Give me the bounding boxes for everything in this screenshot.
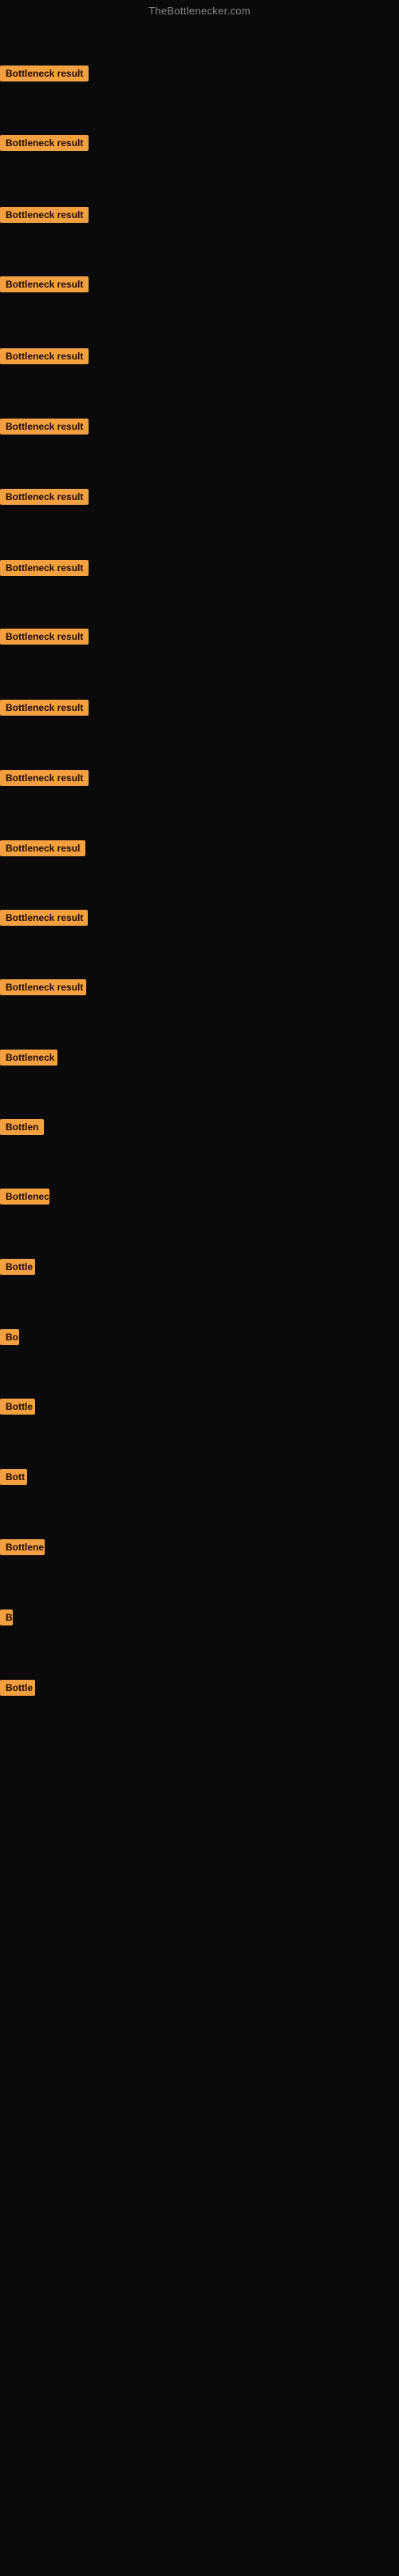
bottleneck-badge[interactable]: Bottleneck result: [0, 979, 86, 995]
bottleneck-badge-row: Bottleneck result: [0, 629, 89, 649]
bottleneck-badge-row: Bottleneck result: [0, 770, 89, 790]
bottleneck-badge-row: Bottle: [0, 1259, 35, 1279]
bottleneck-badge[interactable]: Bottleneck result: [0, 348, 89, 364]
bottleneck-badge[interactable]: Bottleneck result: [0, 489, 89, 505]
bottleneck-badge[interactable]: Bo: [0, 1329, 19, 1345]
bottleneck-badge[interactable]: Bottleneck result: [0, 910, 88, 926]
bottleneck-badge-row: Bottleneck result: [0, 910, 88, 930]
site-title: TheBottlenecker.com: [0, 0, 399, 20]
bottleneck-badge[interactable]: Bottleneck result: [0, 560, 89, 576]
bottleneck-badge[interactable]: Bottle: [0, 1399, 35, 1415]
bottleneck-badge[interactable]: Bottleneck result: [0, 276, 89, 292]
bottleneck-badge[interactable]: Bottleneck result: [0, 700, 89, 716]
bottleneck-badge[interactable]: Bottleneck result: [0, 629, 89, 645]
bottleneck-badge-row: Bottleneck r: [0, 1050, 57, 1070]
bottleneck-badge[interactable]: B: [0, 1610, 13, 1625]
bottleneck-badge[interactable]: Bottleneck result: [0, 207, 89, 223]
bottleneck-badge-row: Bottleneck result: [0, 560, 89, 580]
bottleneck-badge[interactable]: Bottleneck resul: [0, 840, 85, 856]
bottleneck-badge-row: Bottleneck result: [0, 979, 86, 999]
bottleneck-badge[interactable]: Bott: [0, 1469, 27, 1485]
bottleneck-badge-row: Bottleneck result: [0, 276, 89, 296]
bottleneck-badge-row: Bottleneck result: [0, 489, 89, 509]
bottleneck-badge-row: Bottlene: [0, 1539, 45, 1559]
bottleneck-badge-row: Bottleneck result: [0, 348, 89, 368]
bottleneck-badge-row: Bottleneck result: [0, 419, 89, 439]
bottleneck-badge[interactable]: Bottleneck result: [0, 135, 89, 151]
bottleneck-badge[interactable]: Bottleneck r: [0, 1050, 57, 1066]
bottleneck-badge[interactable]: Bottleneck: [0, 1189, 49, 1205]
bottleneck-badge[interactable]: Bottleneck result: [0, 419, 89, 435]
bottleneck-badge-row: Bottleneck resul: [0, 840, 85, 860]
bottleneck-badge-row: Bott: [0, 1469, 27, 1489]
bottleneck-badge-row: Bottleneck: [0, 1189, 49, 1209]
bottleneck-badge[interactable]: Bottleneck result: [0, 770, 89, 786]
bottleneck-badge-row: Bottlen: [0, 1119, 44, 1139]
bottleneck-badge-row: Bottleneck result: [0, 65, 89, 85]
bottleneck-badge-row: B: [0, 1610, 13, 1629]
bottleneck-badge[interactable]: Bottlen: [0, 1119, 44, 1135]
bottleneck-badge-row: Bottle: [0, 1680, 35, 1700]
bottleneck-badge-row: Bottleneck result: [0, 207, 89, 227]
bottleneck-badge-row: Bo: [0, 1329, 19, 1349]
bottleneck-badge-row: Bottleneck result: [0, 135, 89, 155]
bottleneck-badge[interactable]: Bottle: [0, 1259, 35, 1275]
bottleneck-badge[interactable]: Bottlene: [0, 1539, 45, 1555]
bottleneck-badge-row: Bottleneck result: [0, 700, 89, 720]
bottleneck-badge[interactable]: Bottleneck result: [0, 65, 89, 81]
bottleneck-badge[interactable]: Bottle: [0, 1680, 35, 1696]
bottleneck-badge-row: Bottle: [0, 1399, 35, 1419]
